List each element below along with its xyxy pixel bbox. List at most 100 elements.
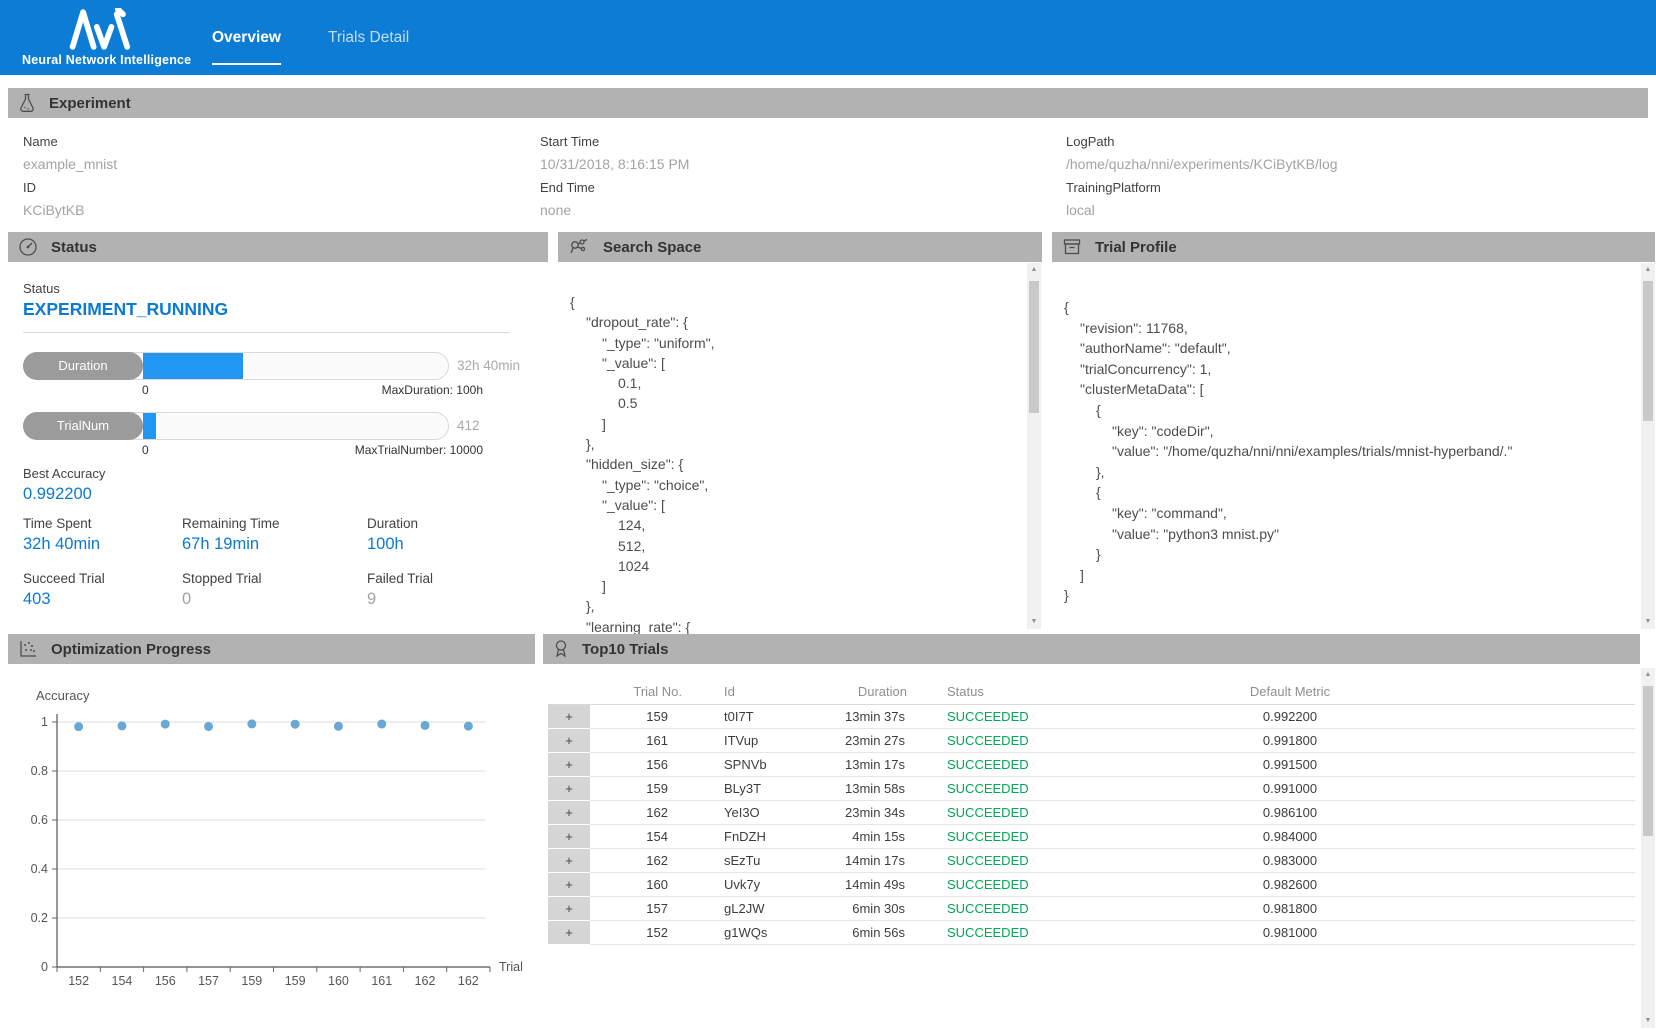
status-cell: SUCCEEDED (915, 921, 1090, 945)
stat-label: Remaining Time (182, 516, 332, 531)
trial-row: +154FnDZH4min 15sSUCCEEDED0.984000 (543, 825, 1640, 849)
x-tick-label: 160 (328, 974, 349, 988)
scatter-point (247, 719, 256, 728)
expand-row-button[interactable]: + (548, 705, 590, 728)
status-cell: SUCCEEDED (915, 801, 1090, 825)
json-code-line: 124, (570, 515, 1020, 535)
progress-name-pill: Duration (23, 352, 143, 380)
trial-no-cell: 159 (590, 777, 690, 801)
experiment-info-column: LogPath/home/quzha/nni/experiments/KCiBy… (1066, 130, 1338, 222)
json-code-line: "clusterMetaData": [ (1064, 379, 1634, 400)
optimization-section-header: Optimization Progress (8, 634, 535, 664)
default-metric-cell: 0.983000 (1090, 849, 1490, 873)
json-code-line: "trialConcurrency": 1, (1064, 359, 1634, 380)
json-code-line: { (1064, 400, 1634, 421)
stat-value: 0 (182, 590, 332, 609)
expand-row-button[interactable]: + (548, 873, 590, 896)
stat-succeed-trial: Succeed Trial403 (23, 571, 173, 609)
archive-box-icon (1062, 237, 1082, 257)
trial-id-cell: FnDZH (690, 825, 830, 849)
best-accuracy-label: Best Accuracy (23, 466, 105, 481)
chart-x-axis-title: Trial (499, 960, 523, 974)
field-label: End Time (540, 176, 689, 199)
table-header-row: Trial No.IdDurationStatusDefault Metric (543, 680, 1640, 704)
field-label: TrainingPlatform (1066, 176, 1338, 199)
stat-duration: Duration100h (367, 516, 517, 554)
x-tick-label: 152 (68, 974, 89, 988)
scatter-point (74, 722, 83, 731)
x-tick-label: 157 (198, 974, 219, 988)
tab-overview[interactable]: Overview (212, 0, 281, 75)
expand-row-button[interactable]: + (548, 897, 590, 920)
y-tick-label: 0.4 (31, 862, 48, 876)
scatter-point (421, 721, 430, 730)
field-label: Start Time (540, 130, 689, 153)
expand-row-button[interactable]: + (548, 825, 590, 848)
scroll-up-arrow[interactable]: ▲ (1641, 668, 1655, 682)
column-header-duration: Duration (830, 680, 915, 704)
expand-row-button[interactable]: + (548, 849, 590, 872)
stat-remaining-time: Remaining Time67h 19min (182, 516, 332, 554)
field-value: 10/31/2018, 8:16:15 PM (540, 153, 689, 176)
stat-value: 9 (367, 590, 517, 609)
scatter-point (464, 722, 473, 731)
stat-label: Stopped Trial (182, 571, 332, 586)
trial-id-cell: t0I7T (690, 705, 830, 729)
json-code-line: "value": "/home/quzha/nni/nni/examples/t… (1064, 441, 1634, 462)
trial-profile-json[interactable]: {"revision": 11768,"authorName": "defaul… (1064, 297, 1634, 606)
search-space-section-header: Search Space (558, 232, 1042, 262)
stat-value: 32h 40min (23, 535, 173, 554)
scrollbar-thumb[interactable] (1029, 281, 1039, 413)
default-metric-cell: 0.981800 (1090, 897, 1490, 921)
default-metric-cell: 0.991000 (1090, 777, 1490, 801)
json-code-line: "key": "command", (1064, 503, 1634, 524)
expand-row-button[interactable]: + (548, 777, 590, 800)
scroll-down-arrow[interactable]: ▼ (1641, 615, 1655, 629)
json-code-line: 512, (570, 536, 1020, 556)
progress-current-value: 32h 40min (457, 352, 520, 380)
experiment-section-header: Experiment (8, 88, 1648, 118)
status-cell: SUCCEEDED (915, 777, 1090, 801)
scrollbar-thumb[interactable] (1643, 686, 1653, 836)
trial-row: +157gL2JW6min 30sSUCCEEDED0.981800 (543, 897, 1640, 921)
nni-logo-icon[interactable] (66, 8, 138, 55)
json-code-line: } (1064, 585, 1634, 606)
x-tick-label: 162 (415, 974, 436, 988)
duration-cell: 6min 30s (830, 897, 915, 921)
x-tick-label: 156 (155, 974, 176, 988)
search-space-json[interactable]: {"dropout_rate": {"_type": "uniform","_v… (570, 292, 1020, 637)
trial-row: +159BLy3T13min 58sSUCCEEDED0.991000 (543, 777, 1640, 801)
progress-fill (143, 353, 243, 379)
json-code-line: "_type": "choice", (570, 475, 1020, 495)
scrollbar-thumb[interactable] (1643, 281, 1653, 421)
status-cell: SUCCEEDED (915, 753, 1090, 777)
expand-row-button[interactable]: + (548, 753, 590, 776)
brand-text: Neural Network Intelligence (22, 53, 191, 67)
scroll-up-arrow[interactable]: ▲ (1641, 263, 1655, 277)
tab-trials-detail[interactable]: Trials Detail (328, 0, 409, 75)
section-title: Top10 Trials (582, 641, 668, 658)
expand-row-button[interactable]: + (548, 921, 590, 944)
stat-label: Failed Trial (367, 571, 517, 586)
expand-row-button[interactable]: + (548, 729, 590, 752)
experiment-info-column: Start Time10/31/2018, 8:16:15 PMEnd Time… (540, 130, 689, 222)
x-tick-label: 159 (241, 974, 262, 988)
top10-section-header: Top10 Trials (543, 634, 1640, 664)
json-code-line: "key": "codeDir", (1064, 421, 1634, 442)
scroll-up-arrow[interactable]: ▲ (1027, 263, 1041, 277)
gauge-icon (18, 237, 38, 257)
scroll-down-arrow[interactable]: ▼ (1027, 615, 1041, 629)
expand-row-button[interactable]: + (548, 801, 590, 824)
scatter-point (377, 720, 386, 729)
progress-max-label: MaxTrialNumber: 10000 (23, 443, 483, 457)
status-stats-grid: Time Spent32h 40minRemaining Time67h 19m… (23, 516, 503, 626)
json-code-line: ] (1064, 565, 1634, 586)
column-header-status: Status (915, 680, 1090, 704)
progress-name-pill: TrialNum (23, 412, 143, 440)
field-label: ID (23, 176, 117, 199)
trialnum-progress-row: TrialNum4120MaxTrialNumber: 10000 (23, 412, 493, 460)
search-space-scrollbar: ▲ ▼ (1027, 263, 1041, 629)
scroll-down-arrow[interactable]: ▼ (1641, 1014, 1655, 1028)
section-title: Optimization Progress (51, 641, 211, 658)
json-code-line: 0.5 (570, 393, 1020, 413)
